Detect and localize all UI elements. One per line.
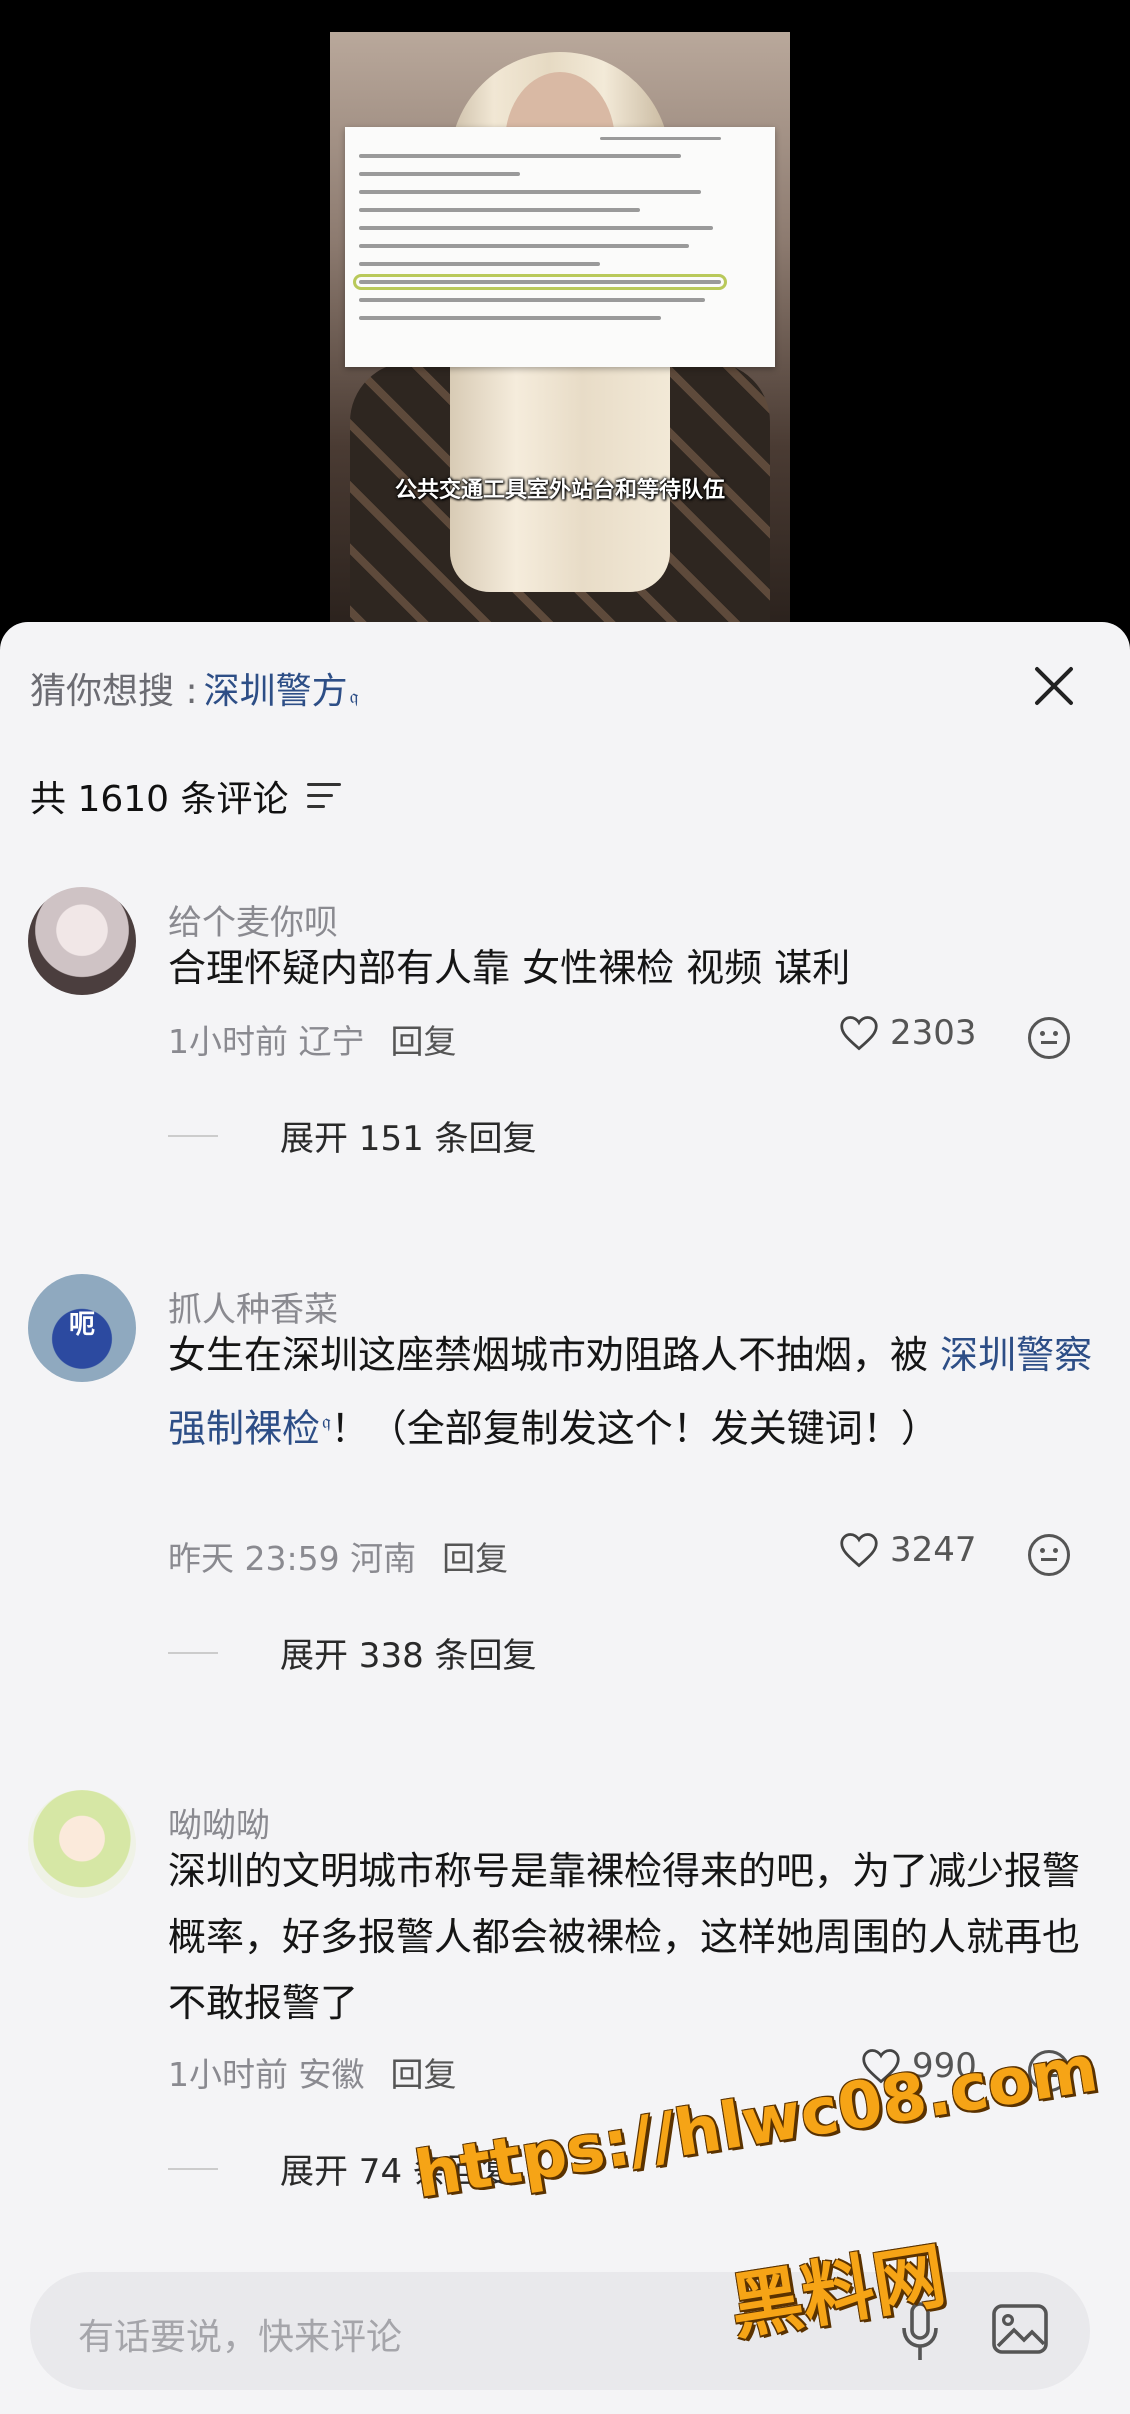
video-caption: 公共交通工具室外站台和等待队伍 [394, 478, 725, 503]
like-button[interactable]: 3247 [838, 1530, 977, 1570]
search-suggestion[interactable]: 猜你想搜 : 深圳警方 𝔮 [30, 662, 358, 714]
like-button[interactable]: 2303 [838, 1013, 977, 1053]
comment-text-part: 女生在深圳这座禁烟城市劝阻路人不抽烟，被 [168, 1333, 941, 1377]
comment-text: 合理怀疑内部有人靠 女性裸检 视频 谋利 [168, 946, 851, 990]
comment-meta: 昨天 23:59 河南 回复 [168, 1532, 508, 1580]
comment-meta: 1小时前 辽宁 回复 [168, 1015, 457, 1063]
expand-replies[interactable]: 展开 151 条回复 [168, 1111, 537, 1160]
suggestion-label: 猜你想搜 : [30, 671, 198, 712]
comment-text: 女生在深圳这座禁烟城市劝阻路人不抽烟，被 深圳警察强制裸检 𝔮！（全部复制发这个！… [168, 1322, 1098, 1462]
comment-meta: 1小时前 安徽 回复 [168, 2048, 457, 2096]
expand-replies[interactable]: 展开 338 条回复 [168, 1628, 537, 1677]
reply-button[interactable]: 回复 [391, 2048, 457, 2096]
screen: 公共交通工具室外站台和等待队伍 猜你想搜 : 深圳警方 𝔮 共 1610 条评论… [0, 0, 1130, 2414]
comment-count-text: 共 1610 条评论 [30, 779, 289, 820]
reply-button[interactable]: 回复 [442, 1532, 508, 1580]
divider [168, 1651, 218, 1654]
search-sup-icon: 𝔮 [322, 1409, 331, 1433]
comment-count: 共 1610 条评论 [30, 770, 341, 822]
avatar[interactable] [28, 887, 136, 995]
comment-input-placeholder[interactable]: 有话要说，快来评论 [78, 2308, 402, 2360]
document-overlay [345, 127, 775, 367]
search-sup-icon: 𝔮 [349, 684, 359, 708]
comment-time-location: 昨天 23:59 河南 [168, 1539, 417, 1578]
emoji-icon[interactable] [1028, 1534, 1070, 1576]
comment-text: 深圳的文明城市称号是靠裸检得来的吧，为了减少报警概率，好多报警人都会被裸检，这样… [168, 1849, 1081, 2025]
video-player[interactable]: 公共交通工具室外站台和等待队伍 [0, 0, 1130, 625]
filter-icon[interactable] [306, 783, 341, 809]
emoji-icon[interactable] [1028, 1017, 1070, 1059]
heart-icon [840, 1016, 878, 1051]
image-icon[interactable] [992, 2304, 1048, 2354]
like-count: 3247 [890, 1530, 977, 1570]
video-frame: 公共交通工具室外站台和等待队伍 [330, 32, 790, 625]
comment-time-location: 1小时前 安徽 [168, 2055, 365, 2094]
reply-button[interactable]: 回复 [391, 1015, 457, 1063]
comment-time-location: 1小时前 辽宁 [168, 1022, 365, 1061]
avatar[interactable] [28, 1790, 136, 1898]
avatar[interactable]: 呃 [28, 1274, 136, 1382]
divider [168, 1134, 218, 1137]
heart-icon [840, 1533, 878, 1568]
expand-replies-label: 展开 151 条回复 [280, 1119, 537, 1159]
close-icon[interactable] [1030, 662, 1078, 710]
suggestion-term[interactable]: 深圳警方 [204, 662, 348, 714]
expand-replies-label: 展开 338 条回复 [280, 1636, 537, 1676]
like-count: 2303 [890, 1013, 977, 1053]
divider [168, 2167, 218, 2170]
avatar-text: 呃 [68, 1310, 95, 1340]
comment-text-part: ！（全部复制发这个！发关键词！） [330, 1406, 939, 1451]
